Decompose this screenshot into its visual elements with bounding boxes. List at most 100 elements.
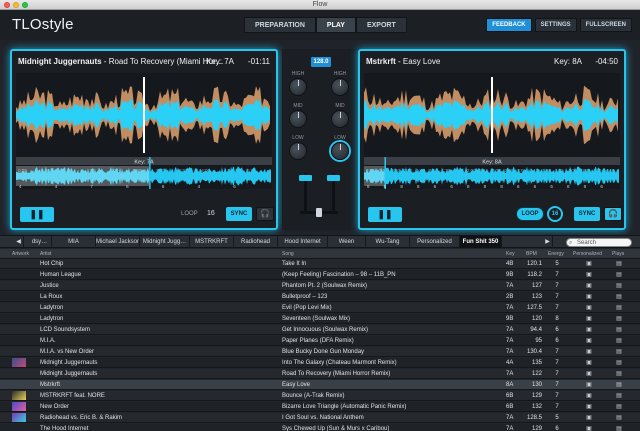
deck-right-pause-button[interactable]: ❚❚ — [368, 207, 402, 222]
right-mid-knob[interactable] — [331, 110, 349, 128]
tabs-scroll-left[interactable]: ◀ — [14, 236, 24, 248]
playlist-tab[interactable]: Radiohead — [234, 236, 278, 248]
personalized-icon[interactable]: ▣ — [584, 292, 594, 302]
col-personalized[interactable]: Personalized — [573, 249, 602, 259]
table-row[interactable]: LCD Soundsystem Get Innocuous (Soulwax Re… — [0, 325, 640, 335]
personalized-icon[interactable]: ▣ — [584, 380, 594, 390]
crossfader[interactable] — [300, 208, 338, 217]
playlist-tab[interactable]: dsy… — [28, 236, 52, 248]
personalized-icon[interactable]: ▣ — [584, 281, 594, 291]
col-key[interactable]: Key — [506, 249, 515, 259]
plays-icon[interactable]: ▤ — [614, 380, 624, 390]
playlist-tab[interactable]: Fun Shit 350 — [460, 236, 502, 248]
plays-icon[interactable]: ▤ — [614, 325, 624, 335]
right-volume-fader[interactable] — [327, 173, 340, 213]
table-row[interactable]: Midnight Juggernauts Road To Recovery (Mi… — [0, 369, 640, 379]
table-row[interactable]: Human League (Keep Feeling) Fascination –… — [0, 270, 640, 280]
crossfader-cap[interactable] — [316, 208, 322, 217]
col-artist[interactable]: Artist — [40, 249, 51, 259]
col-energy[interactable]: Energy — [548, 249, 564, 259]
plays-icon[interactable]: ▤ — [614, 281, 624, 291]
table-row[interactable]: The Hood Internet Sys Chewed Up (Sun & Mu… — [0, 424, 640, 431]
playlist-tab[interactable]: Michael Jackson — [96, 236, 140, 248]
plays-icon[interactable]: ▤ — [614, 314, 624, 324]
deck-left-loop-value[interactable]: 16 — [207, 210, 215, 217]
tab-export[interactable]: EXPORT — [355, 17, 407, 33]
plays-icon[interactable]: ▤ — [614, 424, 624, 431]
personalized-icon[interactable]: ▣ — [584, 391, 594, 401]
personalized-icon[interactable]: ▣ — [584, 424, 594, 431]
personalized-icon[interactable]: ▣ — [584, 369, 594, 379]
deck-left-waveform[interactable]: Key: 7A0:000:301:001:302:002:303:003:304… — [16, 73, 272, 189]
playlist-tab[interactable]: Hood Internet — [278, 236, 328, 248]
col-bpm[interactable]: BPM — [526, 249, 537, 259]
personalized-icon[interactable]: ▣ — [584, 358, 594, 368]
col-plays[interactable]: Plays — [612, 249, 624, 259]
fullscreen-button[interactable]: FULLSCREEN — [579, 18, 632, 32]
settings-button[interactable]: SETTINGS — [534, 18, 577, 32]
deck-left-headphones-icon[interactable]: 🎧 — [256, 207, 274, 221]
col-song[interactable]: Song — [282, 249, 294, 259]
personalized-icon[interactable]: ▣ — [584, 314, 594, 324]
search-box[interactable]: ⌕ Search — [566, 238, 632, 247]
playlist-tab[interactable]: Ween — [328, 236, 366, 248]
personalized-icon[interactable]: ▣ — [584, 402, 594, 412]
left-fader-cap[interactable] — [299, 175, 312, 181]
left-mid-knob[interactable] — [289, 110, 307, 128]
personalized-icon[interactable]: ▣ — [584, 413, 594, 423]
plays-icon[interactable]: ▤ — [614, 413, 624, 423]
deck-right-sync-button[interactable]: SYNC — [574, 207, 600, 221]
deck-left-pause-button[interactable]: ❚❚ — [20, 207, 54, 222]
table-row[interactable]: Ladytron Seventeen (Soulwax Mix) 9B 120 8 ▣ ▤ — [0, 314, 640, 324]
right-fader-cap[interactable] — [327, 175, 340, 181]
tab-play[interactable]: PLAY — [315, 17, 356, 33]
plays-icon[interactable]: ▤ — [614, 391, 624, 401]
personalized-icon[interactable]: ▣ — [584, 270, 594, 280]
feedback-button[interactable]: FEEDBACK — [486, 18, 532, 32]
tabs-scroll-right[interactable]: ▶ — [543, 236, 553, 248]
playlist-tab[interactable]: Personalized — [410, 236, 460, 248]
col-artwork[interactable]: Artwork — [12, 249, 29, 259]
master-bpm[interactable]: 128.0 — [311, 57, 331, 67]
playlist-tab[interactable]: Midnight Jugg… — [140, 236, 190, 248]
plays-icon[interactable]: ▤ — [614, 336, 624, 346]
left-low-knob[interactable] — [289, 142, 307, 160]
table-row[interactable]: Radiohead vs. Eric B. & Rakim I Got Soul … — [0, 413, 640, 423]
plays-icon[interactable]: ▤ — [614, 270, 624, 280]
personalized-icon[interactable]: ▣ — [584, 303, 594, 313]
deck-right-waveform[interactable]: Key: 8A0:000:150:300:451:001:151:301:452… — [364, 73, 620, 189]
table-row[interactable]: Hot Chip Take It In 4B 120.1 5 ▣ ▤ — [0, 259, 640, 269]
playlist-tab[interactable]: MIA — [52, 236, 96, 248]
table-row[interactable]: M.I.A. Paper Planes (DFA Remix) 7A 95 6 ▣ ▤ — [0, 336, 640, 346]
deck-right-headphones-icon[interactable]: 🎧 — [604, 207, 622, 221]
plays-icon[interactable]: ▤ — [614, 358, 624, 368]
search-input[interactable]: Search — [577, 240, 596, 246]
personalized-icon[interactable]: ▣ — [584, 325, 594, 335]
table-row[interactable]: Justice Phantom Pt. 2 (Soulwax Remix) 7A 12… — [0, 281, 640, 291]
plays-icon[interactable]: ▤ — [614, 259, 624, 269]
table-row[interactable]: Midnight Juggernauts Into The Galaxy (Cha… — [0, 358, 640, 368]
table-row[interactable]: New Order Bizarre Love Triangle (Automati… — [0, 402, 640, 412]
table-row[interactable]: Ladytron Evil (Pop Levi Mix) 7A 127.5 7 ▣ ▤ — [0, 303, 640, 313]
playlist-tab[interactable]: MSTRKRFT — [190, 236, 234, 248]
personalized-icon[interactable]: ▣ — [584, 347, 594, 357]
right-high-knob[interactable] — [331, 78, 349, 96]
personalized-icon[interactable]: ▣ — [584, 259, 594, 269]
table-row[interactable]: La Roux Bulletproof – 123 2B 123 7 ▣ ▤ — [0, 292, 640, 302]
deck-left-sync-button[interactable]: SYNC — [226, 207, 252, 221]
table-row[interactable]: MSTRKRFT feat. NORE Bounce (A-Trak Remix)… — [0, 391, 640, 401]
personalized-icon[interactable]: ▣ — [584, 336, 594, 346]
left-high-knob[interactable] — [289, 78, 307, 96]
playlist-tab[interactable]: Wu-Tang — [366, 236, 410, 248]
plays-icon[interactable]: ▤ — [614, 303, 624, 313]
plays-icon[interactable]: ▤ — [614, 347, 624, 357]
deck-right-loop-value[interactable]: 16 — [547, 206, 563, 222]
table-row[interactable]: Mstrkrft Easy Love 8A 130 7 ▣ ▤ — [0, 380, 640, 390]
plays-icon[interactable]: ▤ — [614, 369, 624, 379]
tab-preparation[interactable]: PREPARATION — [244, 17, 316, 33]
table-row[interactable]: M.I.A. vs New Order Blue Bucky Done Gun M… — [0, 347, 640, 357]
plays-icon[interactable]: ▤ — [614, 292, 624, 302]
plays-icon[interactable]: ▤ — [614, 402, 624, 412]
left-volume-fader[interactable] — [299, 173, 312, 213]
right-low-knob[interactable] — [331, 142, 349, 160]
